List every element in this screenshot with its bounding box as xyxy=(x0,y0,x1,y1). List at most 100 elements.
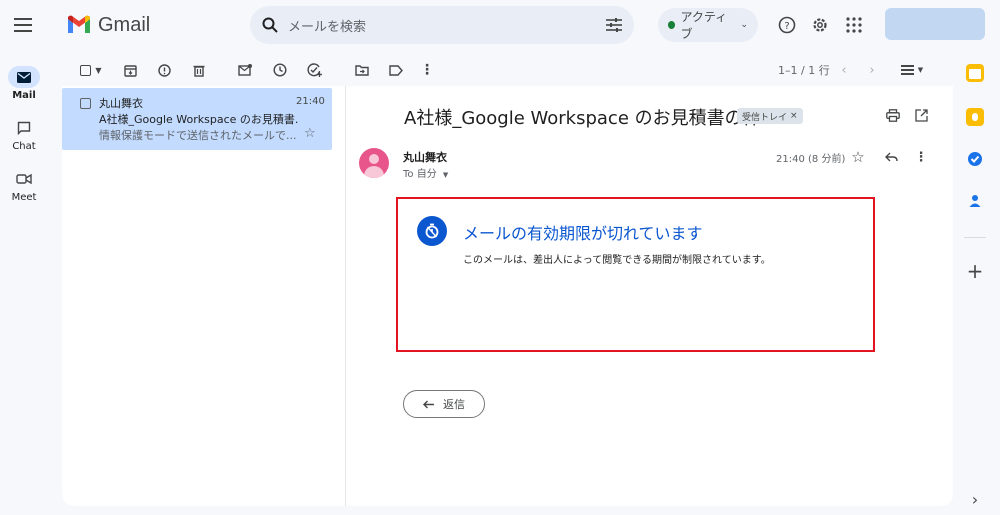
meet-icon xyxy=(16,173,32,185)
search-icon[interactable] xyxy=(262,17,278,33)
star-button[interactable]: ☆ xyxy=(847,146,869,168)
notice-body: このメールは、差出人によって閲覧できる期間が制限されています。 xyxy=(463,255,771,266)
contacts-app-icon[interactable] xyxy=(966,192,984,210)
search-input[interactable]: メールを検索 xyxy=(288,16,606,35)
trash-icon xyxy=(193,65,205,77)
label-text: 受信トレイ xyxy=(742,112,788,123)
row-sender: 丸山舞衣 xyxy=(99,97,143,110)
more-vert-icon: ⋮ xyxy=(420,62,434,78)
checkbox-icon xyxy=(80,64,92,76)
settings-icon xyxy=(813,18,827,32)
menu-icon xyxy=(14,18,32,32)
newer-button[interactable]: ‹ xyxy=(832,58,856,82)
pane-divider xyxy=(345,86,346,506)
chevron-right-icon: › xyxy=(971,489,979,509)
recipient-details-toggle[interactable]: To 自分 ▼ xyxy=(403,165,448,180)
get-addons-button[interactable]: + xyxy=(966,259,984,283)
rail-item-label: Meet xyxy=(11,192,37,203)
open-in-new-icon xyxy=(914,108,928,122)
recipient-text: To 自分 xyxy=(403,169,437,180)
gmail-logo[interactable]: Gmail xyxy=(66,12,150,38)
chevron-right-icon: › xyxy=(869,62,875,78)
apps-icon xyxy=(846,17,862,33)
search-options-icon[interactable] xyxy=(606,18,622,32)
row-checkbox[interactable] xyxy=(80,98,91,109)
reply-icon xyxy=(423,400,434,408)
chevron-down-icon: ▼ xyxy=(95,65,102,75)
account-button[interactable] xyxy=(885,8,985,40)
reply-button[interactable]: 返信 xyxy=(403,390,485,418)
mark-unread-icon xyxy=(238,64,252,76)
older-button[interactable]: › xyxy=(860,58,884,82)
sender-avatar[interactable] xyxy=(359,148,389,178)
app-name: Gmail xyxy=(98,13,151,36)
status-dot-icon xyxy=(668,21,676,29)
message-subject: A社様_Google Workspace のお見積書の件 xyxy=(404,108,761,129)
show-side-panel-button[interactable]: › xyxy=(966,489,984,509)
add-task-icon xyxy=(306,63,322,77)
chevron-down-icon: ⌄ xyxy=(740,20,748,30)
archive-button[interactable] xyxy=(118,58,142,82)
star-icon[interactable]: ☆ xyxy=(304,126,316,141)
message-more-button[interactable]: ⋮ xyxy=(910,146,932,168)
labels-button[interactable] xyxy=(384,58,408,82)
plus-icon: + xyxy=(966,259,984,283)
report-spam-button[interactable] xyxy=(152,58,176,82)
folder-move-icon xyxy=(355,65,369,76)
rail-item-label: Mail xyxy=(12,90,36,101)
keep-app-icon[interactable] xyxy=(966,108,984,126)
google-apps-button[interactable] xyxy=(839,10,869,40)
settings-button[interactable] xyxy=(805,10,835,40)
status-label: アクティブ xyxy=(680,10,728,41)
row-time: 21:40 xyxy=(296,96,325,107)
sender-name: 丸山舞衣 xyxy=(403,151,447,164)
search-bar[interactable]: メールを検索 xyxy=(250,6,634,44)
pagination-text: 1–1 / 1 行 xyxy=(778,64,830,77)
reply-label: 返信 xyxy=(443,398,465,411)
help-button[interactable]: ? xyxy=(772,10,802,40)
rail-item-chat[interactable]: Chat xyxy=(4,117,44,152)
more-vert-icon: ⋮ xyxy=(914,149,928,165)
row-snippet: 情報保護モードで送信されたメールで... xyxy=(99,129,297,142)
reply-icon-button[interactable] xyxy=(880,146,902,168)
main-menu-button[interactable] xyxy=(8,10,38,40)
notice-title: メールの有効期限が切れています xyxy=(463,224,703,243)
chat-icon xyxy=(17,121,31,135)
label-icon xyxy=(389,64,403,76)
open-in-new-window-button[interactable] xyxy=(910,104,932,126)
star-icon: ☆ xyxy=(851,148,865,166)
svg-text:?: ? xyxy=(784,21,789,32)
archive-icon xyxy=(123,64,137,77)
chevron-left-icon: ‹ xyxy=(841,62,847,78)
chevron-down-icon: ▼ xyxy=(442,171,449,179)
gmail-m-icon xyxy=(68,15,90,33)
snooze-button[interactable] xyxy=(268,58,292,82)
move-to-button[interactable] xyxy=(350,58,374,82)
split-pane-toggle[interactable]: ▼ xyxy=(895,58,929,82)
remove-label-icon[interactable]: × xyxy=(790,111,798,121)
inbox-label-chip[interactable]: 受信トレイ × xyxy=(737,108,803,124)
status-selector[interactable]: アクティブ ⌄ xyxy=(658,8,758,42)
clock-icon xyxy=(273,63,287,77)
report-spam-icon xyxy=(157,63,171,77)
rail-item-meet[interactable]: Meet xyxy=(4,168,44,203)
delete-button[interactable] xyxy=(187,58,211,82)
more-options-button[interactable]: ⋮ xyxy=(415,58,439,82)
print-button[interactable] xyxy=(882,104,904,126)
mark-unread-button[interactable] xyxy=(233,58,257,82)
split-pane-icon xyxy=(900,65,914,75)
select-all-button[interactable]: ▼ xyxy=(76,58,106,82)
tasks-app-icon[interactable] xyxy=(966,150,984,168)
add-to-tasks-button[interactable] xyxy=(302,58,326,82)
mail-icon xyxy=(17,71,31,83)
timer-icon xyxy=(417,216,447,246)
print-icon xyxy=(886,108,900,122)
calendar-app-icon[interactable] xyxy=(966,64,984,82)
chevron-down-icon: ▼ xyxy=(917,66,924,74)
reply-icon xyxy=(884,152,898,162)
row-subject: A社様_Google Workspace のお見積書... xyxy=(99,113,299,126)
help-icon: ? xyxy=(778,16,796,34)
message-time: 21:40 (8 分前) xyxy=(776,154,846,165)
rail-item-mail[interactable]: Mail xyxy=(4,66,44,101)
side-panel-divider xyxy=(964,237,986,238)
